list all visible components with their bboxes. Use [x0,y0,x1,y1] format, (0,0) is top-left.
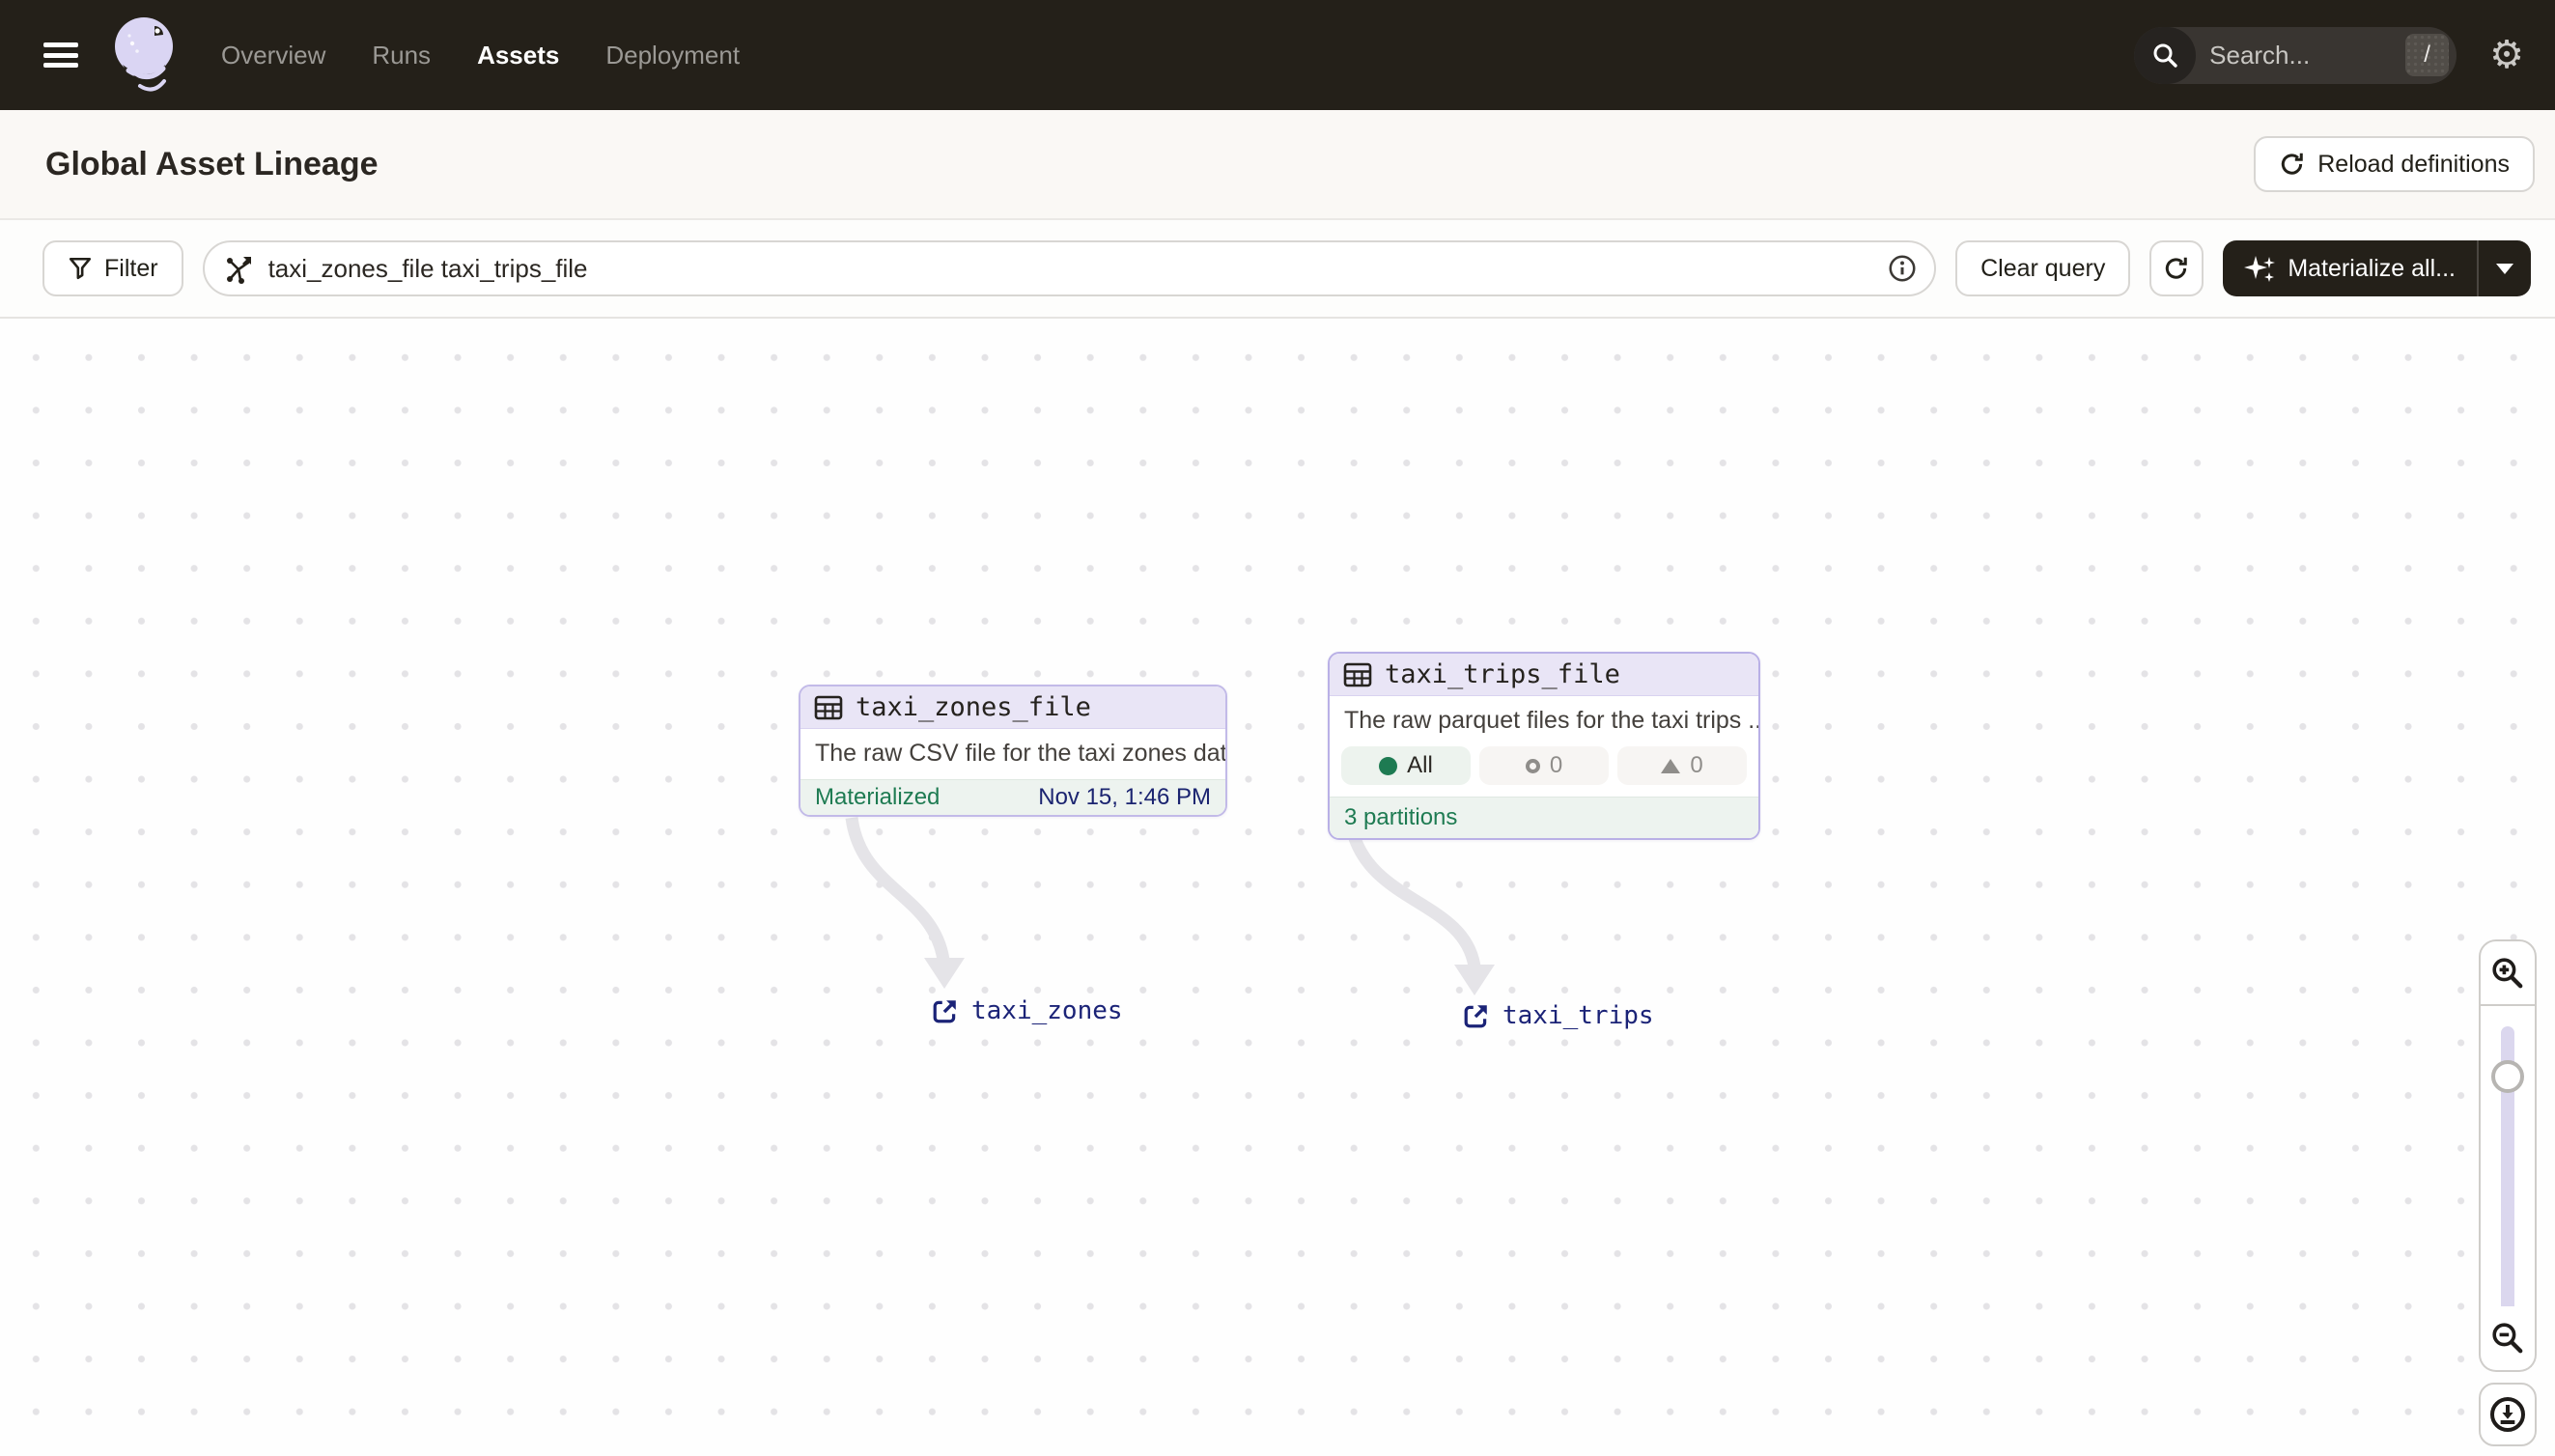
materialize-all-button[interactable]: Materialize all... [2223,240,2477,296]
global-search[interactable]: / [2134,26,2457,84]
partitions-footer: 3 partitions [1330,797,1758,838]
triangle-up-icon [1661,758,1681,773]
asset-selection-query-box[interactable] [202,240,1937,296]
search-input[interactable] [2196,40,2406,70]
clear-query-button[interactable]: Clear query [1955,240,2131,296]
zoom-in-icon [2492,957,2523,988]
refresh-button[interactable] [2149,240,2204,296]
lineage-graph-canvas[interactable]: taxi_zones_file The raw CSV file for the… [0,319,2555,1456]
filter-button[interactable]: Filter [42,240,183,296]
sparkles-icon [2244,256,2276,282]
nav-item-overview[interactable]: Overview [221,41,325,70]
nav-item-deployment[interactable]: Deployment [605,41,740,70]
downstream-asset-link-taxi-trips[interactable]: taxi_trips [1463,1001,1654,1030]
dagster-logo[interactable] [109,14,184,96]
asset-name: taxi_zones_file [856,692,1091,722]
zoom-out-button[interactable] [2479,1306,2537,1372]
table-icon [1343,662,1372,686]
downstream-asset-link-taxi-zones[interactable]: taxi_zones [932,996,1123,1025]
materialize-all-split-button: Materialize all... [2223,240,2531,296]
refresh-icon [2166,257,2188,279]
materialization-timestamp[interactable]: Nov 15, 1:46 PM [1038,784,1211,811]
asset-node-header: taxi_trips_file [1330,654,1758,696]
asset-node-taxi-zones-file[interactable]: taxi_zones_file The raw CSV file for the… [799,685,1227,817]
zoom-out-icon [2492,1323,2523,1354]
download-center-icon [2490,1397,2525,1432]
search-icon [2134,26,2197,84]
asset-status-footer: Materialized Nov 15, 1:46 PM [800,779,1225,815]
zoom-slider[interactable] [2479,1006,2537,1306]
funnel-icon [69,257,92,280]
partition-status-pills: All 0 0 [1330,746,1758,797]
table-icon [814,695,843,719]
filled-circle-icon [1379,756,1398,775]
info-icon[interactable] [1888,254,1917,283]
zoom-controls [2479,939,2537,1446]
settings-gear-icon[interactable]: ⚙ [2489,36,2524,74]
search-shortcut-badge: / [2405,34,2450,76]
asset-name: taxi_trips_file [1385,659,1620,689]
lineage-edges [845,816,1495,995]
reload-icon [2282,153,2304,175]
zoom-slider-thumb[interactable] [2491,1060,2524,1093]
partitions-materialized-pill[interactable]: All [1341,746,1471,785]
top-nav: Overview Runs Assets Deployment / ⚙ [0,0,2555,110]
asset-description: The raw parquet files for the taxi trips… [1344,707,1760,734]
partitions-missing-pill[interactable]: 0 [1479,746,1609,785]
hamburger-menu-icon[interactable] [43,42,78,68]
partitions-failed-pill[interactable]: 0 [1617,746,1747,785]
nav-item-assets[interactable]: Assets [477,41,559,70]
nav-item-runs[interactable]: Runs [372,41,431,70]
asset-selection-input[interactable] [267,253,1875,284]
recenter-view-button[interactable] [2479,1383,2537,1446]
reload-definitions-button[interactable]: Reload definitions [2254,136,2535,192]
external-link-icon [933,1000,956,1023]
ring-circle-icon [1525,758,1540,773]
page-header: Global Asset Lineage Reload definitions [0,110,2555,220]
partition-count: 3 partitions [1344,804,1458,830]
chevron-down-icon [2496,263,2513,274]
materialize-options-dropdown[interactable] [2477,240,2531,296]
lineage-toolbar: Filter Clear query [0,220,2555,319]
asset-node-taxi-trips-file[interactable]: taxi_trips_file The raw parquet files fo… [1328,652,1760,840]
materialized-status: Materialized [815,784,941,810]
external-link-icon [1464,1005,1487,1028]
zoom-in-button[interactable] [2479,939,2537,1006]
asset-node-header: taxi_zones_file [800,686,1225,729]
primary-nav: Overview Runs Assets Deployment [221,41,740,70]
asset-description: The raw CSV file for the taxi zones dat.… [815,740,1227,767]
page-title: Global Asset Lineage [45,145,379,182]
graph-query-icon [226,257,251,284]
